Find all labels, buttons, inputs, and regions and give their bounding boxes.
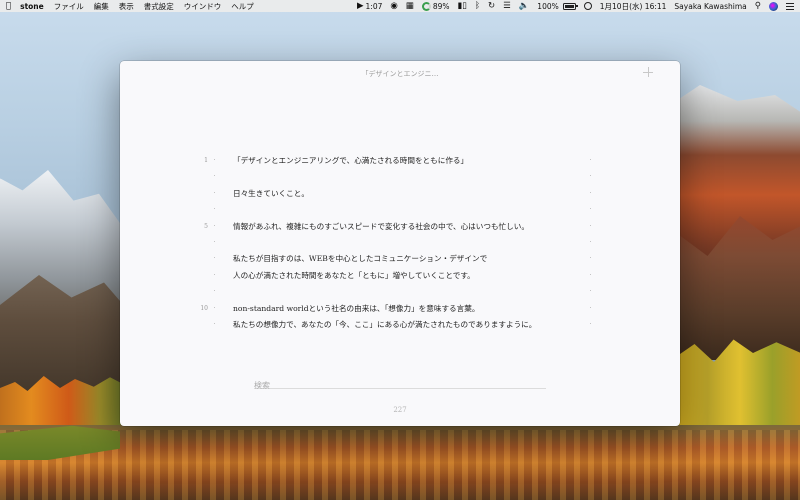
apple-icon[interactable]:  [6,0,11,12]
gutter-row: · [213,173,216,181]
editor-line[interactable] [233,169,578,185]
timer-text: 1:07 [365,1,383,11]
margin-dot: · [589,304,592,312]
editor-line[interactable]: 私たちの想像力で、あなたの「今、ここ」にある心が満たされたものでありますように。 [233,317,578,333]
right-margin-markers: · · · · · · · · · · · [586,153,592,333]
timer-status[interactable]: ▶ 1:07 [357,0,382,12]
gutter-row: 1 · [204,157,216,164]
editor-line[interactable] [233,235,578,251]
editor-line[interactable]: 情報があふれ、複雑にものすごいスピードで変化する社会の中で、心はいつも忙しい。 [233,219,578,235]
airplay-icon[interactable] [583,2,592,10]
margin-dot: · [589,238,592,246]
editor-line[interactable]: 日々生きていくこと。 [233,186,578,202]
menu-format[interactable]: 書式設定 [144,1,174,12]
editor-line[interactable]: 人の心が満たされた時間をあなたと「ともに」増やしていくことです。 [233,268,578,284]
datetime-status[interactable]: 1月10日(水) 16:11 [600,1,667,12]
wallpaper-lake-reflection [0,430,800,500]
equalizer-icon[interactable]: ▮▯ [457,0,466,12]
list-icon[interactable] [786,2,794,10]
margin-dot: · [589,255,592,263]
editor-line[interactable] [233,202,578,218]
search-field-container [254,373,546,393]
margin-dot: · [589,320,592,328]
margin-dot: · [589,173,592,181]
search-input[interactable] [254,378,546,393]
margin-dot: · [589,222,592,230]
text-editor[interactable]: 「デザインとエンジニアリングで、心満たされる時間をともに作る」 日々生きていくこ… [233,153,578,333]
battery-text: 100% [537,1,559,11]
volume-icon[interactable]: 🔈 [519,0,530,12]
new-document-plus-icon[interactable] [642,66,654,78]
menu-view[interactable]: 表示 [119,1,134,12]
menu-edit[interactable]: 編集 [94,1,109,12]
gutter-row: · [213,255,216,263]
gutter-row: · [213,189,216,197]
wifi-icon[interactable]: ☰ [503,0,511,12]
character-count: 227 [393,406,407,414]
gutter-row: 5 · [204,222,216,230]
gutter-row: · [213,320,216,328]
progress-status[interactable]: 89% [421,1,450,11]
editor-window: 「デザインとエンジニ… 1 · · · · 5 · · · · · 10 · · 「デ… [120,61,680,426]
margin-dot: · [589,157,592,164]
user-name[interactable]: Sayaka Kawashima [674,2,746,11]
timer-icon: ▶ [356,1,364,11]
app-circle-icon[interactable]: ◉ [390,0,397,12]
battery-status[interactable]: 100% [537,1,578,11]
menu-file[interactable]: ファイル [54,1,84,12]
wallpaper-trees-right [675,339,800,425]
margin-dot: · [589,288,592,296]
editor-line[interactable] [233,284,578,300]
editor-line[interactable]: 「デザインとエンジニアリングで、心満たされる時間をともに作る」 [233,153,578,169]
margin-dot: · [589,189,592,197]
margin-dot: · [589,271,592,279]
gutter-row: · [213,271,216,279]
gutter-row: · [213,238,216,246]
menu-window[interactable]: ウインドウ [184,1,222,12]
progress-ring-icon [421,1,431,11]
editor-line[interactable]: non-standard worldという社名の由来は、「想像力」を意味する言葉… [233,301,578,317]
time-machine-icon[interactable]: ↻ [488,0,495,12]
line-number-gutter: 1 · · · · 5 · · · · · 10 · · [196,153,216,333]
editor-line[interactable]: 私たちが目指すのは、WEBを中心としたコミュニケーション・デザインで [233,251,578,267]
gutter-row: · [213,288,216,296]
grid-icon[interactable]: ▦ [406,0,414,12]
menu-bar-status-area: ▶ 1:07 ◉ ▦ 89% ▮▯ ᛒ ↻ ☰ 🔈 100% 1月10日(水) … [349,0,794,12]
progress-text: 89% [432,1,450,11]
gutter-row: 10 · [200,304,216,312]
margin-dot: · [589,206,592,214]
window-title: 「デザインとエンジニ… [361,70,439,78]
menu-help[interactable]: ヘルプ [231,1,254,12]
battery-icon [562,2,578,10]
menu-bar-left:  stone ファイル 編集 表示 書式設定 ウインドウ ヘルプ [6,0,264,12]
menu-bar:  stone ファイル 編集 表示 書式設定 ウインドウ ヘルプ ▶ 1:07… [0,0,800,12]
bluetooth-icon[interactable]: ᛒ [475,0,480,12]
siri-icon[interactable] [769,1,778,11]
menu-app-name[interactable]: stone [20,2,44,11]
gutter-row: · [213,206,216,214]
search-icon[interactable]: ⚲ [755,0,761,12]
